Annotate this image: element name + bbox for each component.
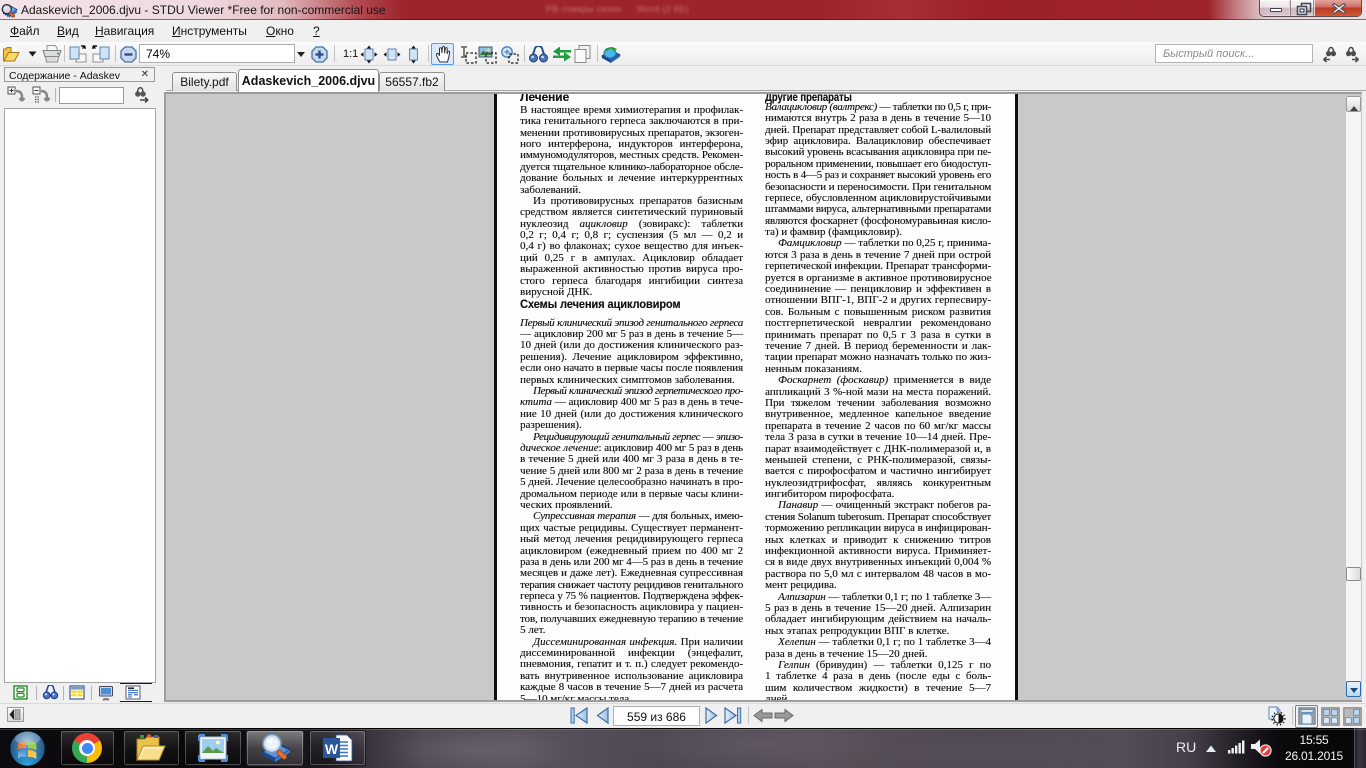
svg-text:W: W — [325, 741, 339, 757]
